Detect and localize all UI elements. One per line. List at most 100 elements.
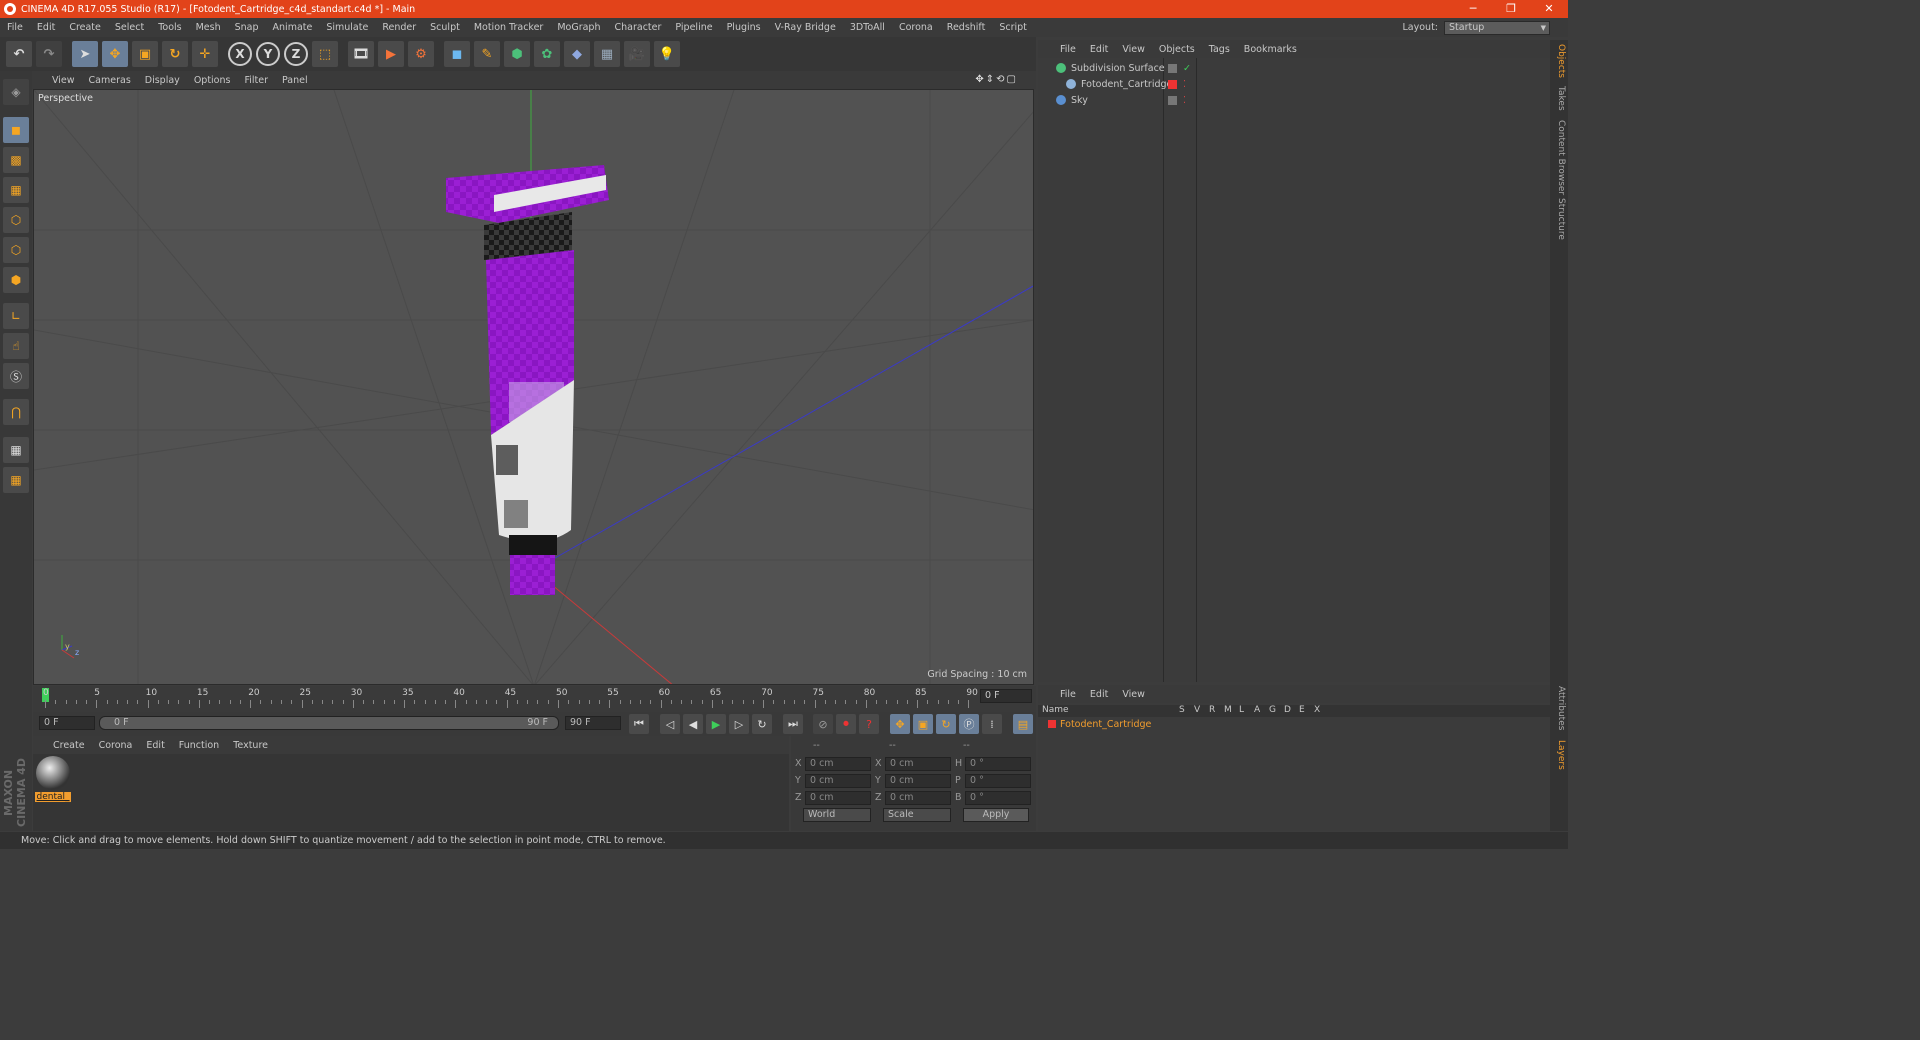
- menu-create[interactable]: Create: [62, 22, 108, 33]
- object-row[interactable]: Sky ⁚: [1038, 92, 1550, 108]
- timeline-ruler[interactable]: 0 5 10 15 20 25 30 35 40 45 50 55 60 65 70 75 80 85 90: [33, 686, 1036, 712]
- layer-menu-view[interactable]: View: [1122, 689, 1145, 700]
- floor-icon[interactable]: ▦: [594, 41, 620, 67]
- material-swatch[interactable]: dental_: [35, 756, 71, 804]
- object-row[interactable]: Fotodent_Cartridge ⁚: [1038, 76, 1550, 92]
- play-icon[interactable]: ▶: [706, 714, 726, 734]
- object-menu-view[interactable]: View: [1122, 44, 1145, 55]
- array-icon[interactable]: ✿: [534, 41, 560, 67]
- move-all-icon[interactable]: ✛: [192, 41, 218, 67]
- prev-frame-icon[interactable]: ◀: [683, 714, 703, 734]
- object-visibility-icon[interactable]: [1168, 63, 1177, 73]
- object-row[interactable]: Subdivision Surface ✓: [1038, 60, 1550, 76]
- end-frame-field[interactable]: 90 F: [565, 716, 621, 730]
- menu-motion-tracker[interactable]: Motion Tracker: [467, 22, 551, 33]
- layout-dropdown[interactable]: Startup: [1444, 20, 1550, 35]
- object-menu-tags[interactable]: Tags: [1209, 44, 1230, 55]
- viewport-menu-display[interactable]: Display: [145, 75, 180, 86]
- minimize-icon[interactable]: ─: [1458, 0, 1488, 18]
- layer-row[interactable]: Fotodent_Cartridge: [1048, 718, 1548, 730]
- object-visibility-icon[interactable]: [1168, 95, 1177, 105]
- key-pla-icon[interactable]: ⁞: [982, 714, 1002, 734]
- menu-mesh[interactable]: Mesh: [189, 22, 228, 33]
- start-frame-field[interactable]: 0 F: [39, 716, 95, 730]
- coord-value-field[interactable]: 0 °: [965, 791, 1031, 805]
- tweak-mode-icon[interactable]: ☝: [3, 333, 29, 359]
- x-axis-icon[interactable]: X: [228, 42, 252, 66]
- make-editable-icon[interactable]: ◈: [3, 79, 29, 105]
- cube-icon[interactable]: ◼: [444, 41, 470, 67]
- key-param-icon[interactable]: Ⓟ: [959, 714, 979, 734]
- menu-redshift[interactable]: Redshift: [940, 22, 993, 33]
- viewport-menu-panel[interactable]: Panel: [282, 75, 308, 86]
- maximize-icon[interactable]: ❐: [1496, 0, 1526, 18]
- close-icon[interactable]: ✕: [1534, 0, 1564, 18]
- right-tab-takes[interactable]: Takes: [1552, 86, 1566, 111]
- coord-value-field[interactable]: 0 °: [965, 774, 1031, 788]
- menu-pipeline[interactable]: Pipeline: [668, 22, 719, 33]
- object-menu-file[interactable]: File: [1060, 44, 1076, 55]
- model-mode-icon[interactable]: ◼: [3, 117, 29, 143]
- viewport-nav-icons[interactable]: ✥⇕⟲▢: [975, 74, 1018, 85]
- coord-value-field[interactable]: 0 cm: [885, 791, 951, 805]
- menu-tools[interactable]: Tools: [151, 22, 188, 33]
- render-view-icon[interactable]: 🎞: [348, 41, 374, 67]
- right-tab-objects[interactable]: Objects: [1552, 44, 1566, 78]
- menu-animate[interactable]: Animate: [266, 22, 320, 33]
- move-icon[interactable]: ✥: [102, 41, 128, 67]
- material-menu-texture[interactable]: Texture: [233, 740, 268, 751]
- auto-key-icon[interactable]: ?: [859, 714, 879, 734]
- render-picture-viewer-icon[interactable]: ▶: [378, 41, 404, 67]
- right-tab-attributes[interactable]: Attributes: [1552, 686, 1566, 730]
- current-frame-field[interactable]: 0 F: [980, 689, 1032, 703]
- coord-mode-dropdown[interactable]: World: [803, 808, 871, 822]
- object-menu-objects[interactable]: Objects: [1159, 44, 1195, 55]
- pen-icon[interactable]: ✎: [474, 41, 500, 67]
- light-icon[interactable]: 💡: [654, 41, 680, 67]
- magnet-icon[interactable]: ⋂: [3, 399, 29, 425]
- object-menu-edit[interactable]: Edit: [1090, 44, 1108, 55]
- viewport-menu-view[interactable]: View: [52, 75, 75, 86]
- key-rotate-icon[interactable]: ↻: [936, 714, 956, 734]
- layer-menu-edit[interactable]: Edit: [1090, 689, 1108, 700]
- menu-mograph[interactable]: MoGraph: [550, 22, 607, 33]
- frame-range-slider[interactable]: 0 F 90 F: [99, 716, 559, 730]
- coord-scale-dropdown[interactable]: Scale: [883, 808, 951, 822]
- polygons-mode-icon[interactable]: ⬢: [3, 267, 29, 293]
- apply-button[interactable]: Apply: [963, 808, 1029, 822]
- menu-character[interactable]: Character: [607, 22, 668, 33]
- right-tab-layers[interactable]: Layers: [1552, 740, 1566, 770]
- menu-3dtoall[interactable]: 3DToAll: [843, 22, 892, 33]
- coord-value-field[interactable]: 0 °: [965, 757, 1031, 771]
- subdivide-icon[interactable]: ⬢: [504, 41, 530, 67]
- next-key-icon[interactable]: ↻: [752, 714, 772, 734]
- deformer-icon[interactable]: ◆: [564, 41, 590, 67]
- planar-workplane-icon[interactable]: ▦: [3, 467, 29, 493]
- z-axis-icon[interactable]: Z: [284, 42, 308, 66]
- coord-value-field[interactable]: 0 cm: [885, 757, 951, 771]
- edges-mode-icon[interactable]: ⬡: [3, 237, 29, 263]
- menu-corona[interactable]: Corona: [892, 22, 940, 33]
- y-axis-icon[interactable]: Y: [256, 42, 280, 66]
- object-menu-bookmarks[interactable]: Bookmarks: [1244, 44, 1297, 55]
- menu-select[interactable]: Select: [108, 22, 151, 33]
- viewport-menu-filter[interactable]: Filter: [244, 75, 268, 86]
- menu-plugins[interactable]: Plugins: [720, 22, 768, 33]
- key-scale-icon[interactable]: ▣: [913, 714, 933, 734]
- object-visibility-icon[interactable]: [1168, 79, 1177, 89]
- right-tab-content-browser[interactable]: Content Browser: [1552, 120, 1566, 195]
- coord-value-field[interactable]: 0 cm: [805, 757, 871, 771]
- lock-workplane-icon[interactable]: ▦: [3, 437, 29, 463]
- viewport-perspective[interactable]: Perspective Grid Spacing : 10 cm y z: [33, 89, 1034, 685]
- object-status-icon[interactable]: ⁚: [1183, 95, 1186, 106]
- points-mode-icon[interactable]: ⬡: [3, 207, 29, 233]
- coord-value-field[interactable]: 0 cm: [805, 774, 871, 788]
- coord-value-field[interactable]: 0 cm: [805, 791, 871, 805]
- material-menu-function[interactable]: Function: [179, 740, 219, 751]
- layer-menu-file[interactable]: File: [1060, 689, 1076, 700]
- menu-edit[interactable]: Edit: [30, 22, 62, 33]
- menu-v-ray-bridge[interactable]: V-Ray Bridge: [768, 22, 843, 33]
- menu-file[interactable]: File: [0, 22, 30, 33]
- go-to-end-icon[interactable]: ⏭: [783, 714, 803, 734]
- menu-script[interactable]: Script: [992, 22, 1034, 33]
